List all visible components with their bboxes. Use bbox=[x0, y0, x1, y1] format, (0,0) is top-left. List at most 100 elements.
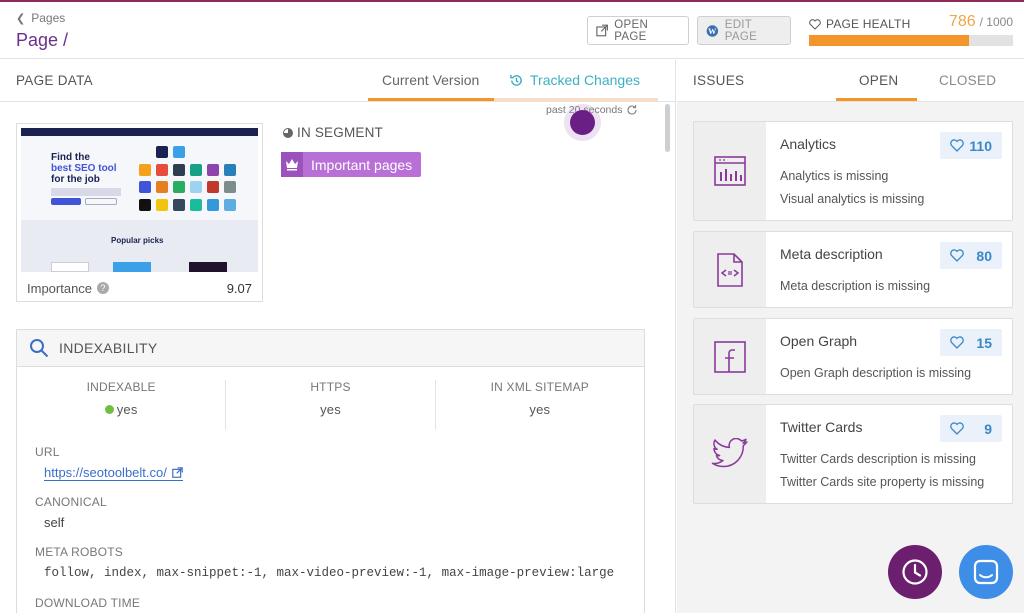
back-link-label: Pages bbox=[31, 11, 66, 25]
importance-value: 9.07 bbox=[226, 280, 252, 296]
tool-icon bbox=[224, 163, 236, 176]
heart-icon bbox=[809, 18, 821, 30]
url-link[interactable]: https://seotoolbelt.co/ bbox=[44, 465, 183, 481]
tool-icon bbox=[139, 163, 151, 176]
issues-panel: ISSUES OPEN CLOSED Analytics 110 Analyti… bbox=[677, 60, 1024, 613]
screenshot-tool-icons bbox=[139, 146, 239, 212]
issue-card-open-graph[interactable]: Open Graph 15 Open Graph description is … bbox=[693, 318, 1013, 395]
page-screenshot[interactable]: Find the best SEO tool for the job Popul… bbox=[21, 128, 258, 272]
url-label: URL bbox=[35, 445, 60, 459]
issue-line: Twitter Cards description is missing bbox=[780, 452, 976, 466]
tool-icon bbox=[207, 198, 219, 211]
screenshot-subtext bbox=[51, 188, 121, 196]
tool-icon bbox=[139, 198, 151, 211]
tool-icon bbox=[156, 198, 168, 211]
screenshot-headline: Find the best SEO tool for the job bbox=[51, 152, 131, 185]
screenshot-button-secondary bbox=[85, 198, 117, 205]
issue-count-badge: 15 bbox=[940, 329, 1002, 356]
pie-chart-icon bbox=[283, 127, 293, 138]
screenshot-headline-1: Find the bbox=[51, 152, 90, 163]
chat-fab-button[interactable] bbox=[959, 545, 1013, 599]
issues-header: ISSUES OPEN CLOSED bbox=[677, 60, 1024, 102]
history-icon bbox=[510, 74, 522, 86]
download-time-label: DOWNLOAD TIME bbox=[35, 596, 141, 610]
clock-icon bbox=[902, 559, 928, 585]
segment-tag[interactable]: Important pages bbox=[281, 152, 422, 177]
indexability-title: INDEXABILITY bbox=[59, 340, 158, 356]
meta-robots-value: follow, index, max-snippet:-1, max-video… bbox=[44, 566, 615, 580]
tool-icon bbox=[156, 163, 168, 176]
wordpress-icon: W bbox=[706, 24, 719, 37]
chat-icon bbox=[973, 559, 999, 585]
search-icon bbox=[30, 339, 49, 358]
tool-icon bbox=[173, 146, 185, 158]
tab-current-version[interactable]: Current Version bbox=[382, 72, 479, 88]
issue-title: Open Graph bbox=[780, 333, 858, 349]
help-icon[interactable]: ? bbox=[97, 282, 110, 294]
issue-count-badge: 110 bbox=[940, 132, 1002, 159]
indexability-section: INDEXABILITY INDEXABLE yes HTTPS yes IN … bbox=[16, 329, 645, 613]
scrollbar-thumb[interactable] bbox=[665, 104, 670, 152]
tool-icon bbox=[139, 181, 151, 193]
refresh-icon[interactable] bbox=[626, 104, 638, 116]
svg-text:W: W bbox=[708, 27, 717, 36]
health-score-max: / 1000 bbox=[979, 15, 1013, 29]
importance-label: Importance bbox=[27, 280, 93, 296]
tool-icon-blank bbox=[224, 146, 236, 158]
tool-icon bbox=[224, 181, 236, 193]
stat-xml-sitemap: IN XML SITEMAP yes bbox=[434, 380, 644, 430]
issue-card-twitter-cards[interactable]: Twitter Cards 9 Twitter Cards descriptio… bbox=[693, 404, 1013, 504]
health-progress-fill bbox=[809, 35, 970, 46]
facebook-icon bbox=[694, 319, 766, 394]
screenshot-headline-2: best SEO tool bbox=[51, 163, 117, 174]
indexability-stats: INDEXABLE yes HTTPS yes IN XML SITEMAP y… bbox=[17, 380, 644, 430]
issue-card-meta-description[interactable]: Meta description 80 Meta description is … bbox=[693, 231, 1013, 308]
issue-line: Visual analytics is missing bbox=[780, 192, 925, 206]
issue-line: Open Graph description is missing bbox=[780, 366, 972, 380]
stat-indexable-label: INDEXABLE bbox=[86, 380, 156, 394]
tool-icon bbox=[173, 181, 185, 193]
issue-count: 110 bbox=[969, 137, 992, 154]
page-screenshot-card: Find the best SEO tool for the job Popul… bbox=[16, 123, 263, 302]
back-link[interactable]: ❮ Pages bbox=[16, 11, 65, 25]
edit-page-label: EDIT PAGE bbox=[724, 18, 758, 43]
page-data-panel: PAGE DATA Current Version Tracked Change… bbox=[0, 60, 676, 613]
crown-icon bbox=[281, 152, 303, 177]
tab-tracked-changes[interactable]: Tracked Changes bbox=[509, 72, 640, 88]
issue-line: Twitter Cards site property is missing bbox=[780, 475, 985, 489]
indexability-header[interactable]: INDEXABILITY bbox=[17, 330, 644, 367]
tool-icon bbox=[173, 198, 185, 211]
issue-count: 80 bbox=[976, 247, 992, 264]
screenshot-button-primary bbox=[51, 198, 81, 205]
tool-icon bbox=[207, 181, 219, 193]
tab-closed[interactable]: CLOSED bbox=[939, 73, 996, 88]
active-tab-indicator bbox=[836, 98, 917, 101]
edit-page-button[interactable]: W EDIT PAGE bbox=[697, 16, 791, 45]
segment-heading: IN SEGMENT bbox=[283, 125, 383, 140]
issue-count-badge: 9 bbox=[940, 415, 1002, 442]
issue-title: Twitter Cards bbox=[780, 419, 863, 435]
stat-indexable-value: yes bbox=[116, 402, 138, 417]
page-health-label: PAGE HEALTH bbox=[826, 17, 911, 31]
open-page-button[interactable]: OPEN PAGE bbox=[587, 16, 689, 45]
analytics-icon bbox=[694, 122, 766, 220]
tab-open[interactable]: OPEN bbox=[859, 73, 898, 88]
chevron-left-icon: ❮ bbox=[16, 12, 26, 25]
issue-card-analytics[interactable]: Analytics 110 Analytics is missing Visua… bbox=[693, 121, 1013, 221]
issue-line: Analytics is missing bbox=[780, 169, 889, 183]
twitter-icon bbox=[694, 405, 766, 503]
issue-title: Meta description bbox=[780, 246, 883, 262]
stat-xml-sitemap-value: yes bbox=[529, 402, 551, 417]
heart-icon bbox=[950, 336, 964, 349]
tab-tracked-changes-label: Tracked Changes bbox=[530, 72, 640, 88]
screenshot-card bbox=[51, 262, 89, 272]
scrollbar[interactable] bbox=[663, 104, 672, 613]
history-fab-button[interactable] bbox=[888, 545, 942, 599]
tool-icon bbox=[156, 146, 168, 158]
tab-indicator-secondary bbox=[494, 98, 658, 101]
page-health-score: 786/ 1000 bbox=[949, 13, 1013, 31]
issue-count: 15 bbox=[976, 334, 992, 351]
meta-robots-label: META ROBOTS bbox=[35, 545, 123, 559]
issue-line: Meta description is missing bbox=[780, 279, 931, 293]
active-tab-indicator bbox=[368, 98, 494, 101]
